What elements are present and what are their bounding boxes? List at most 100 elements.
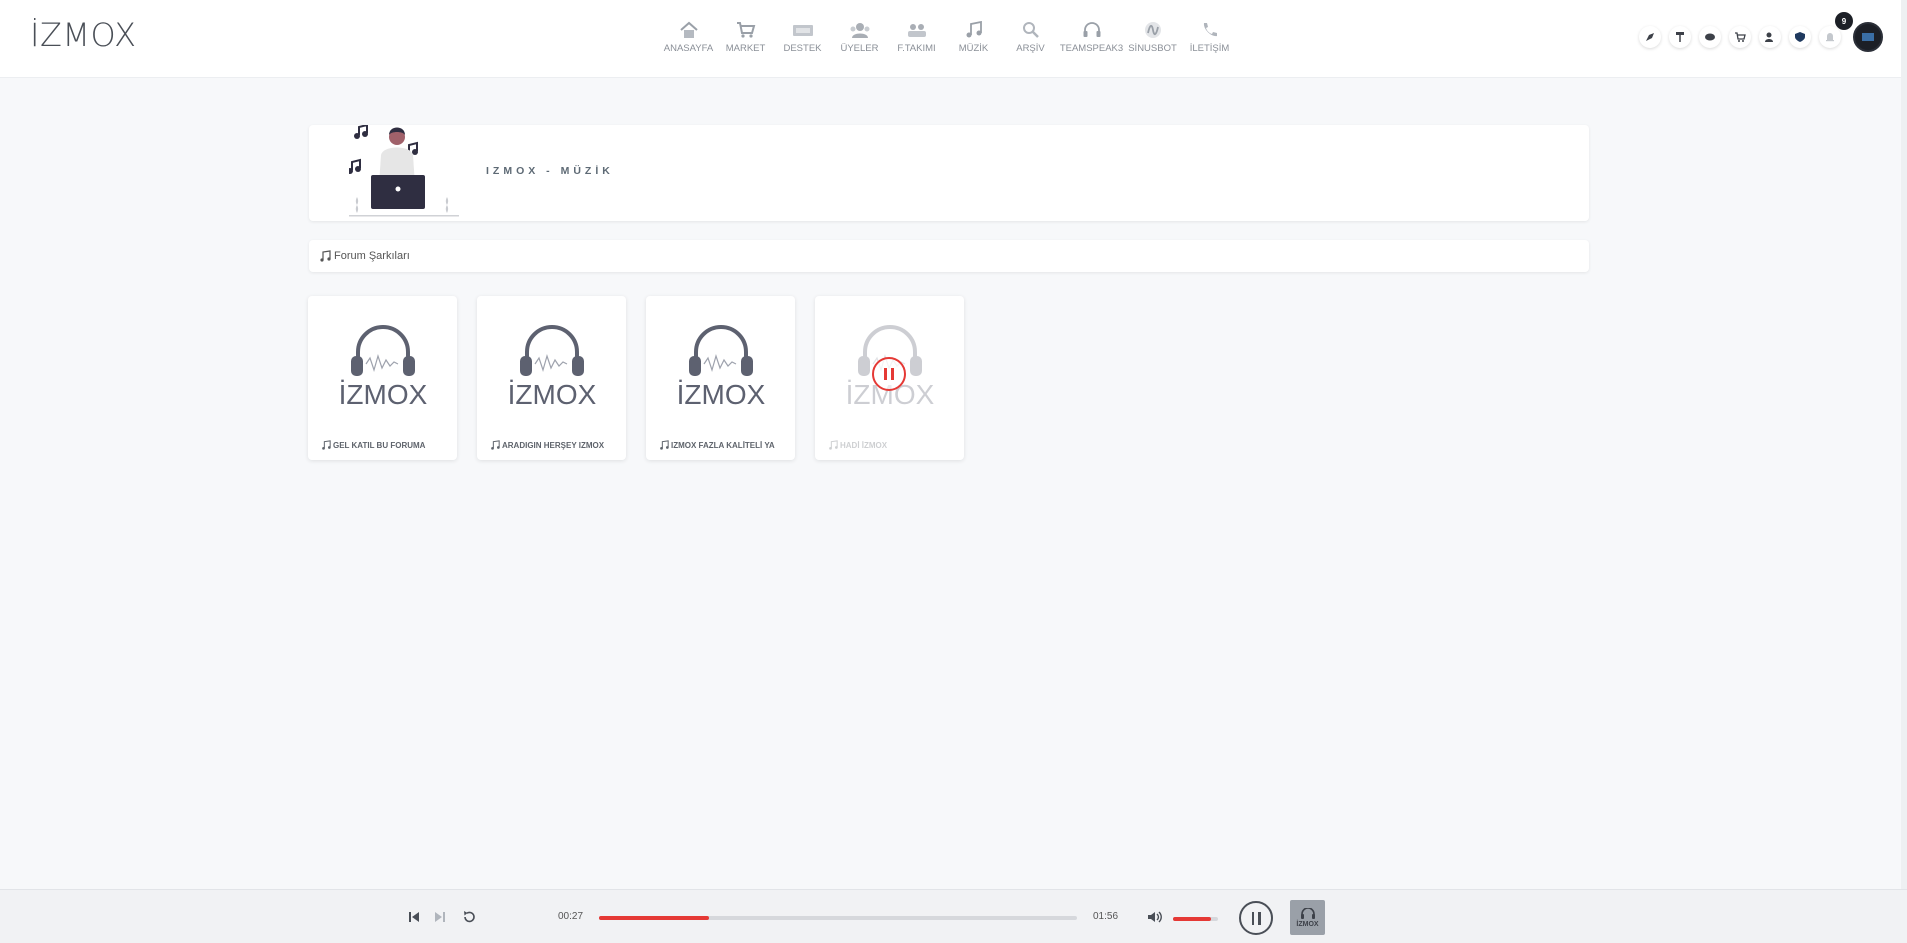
nav-item-teamspeak3[interactable]: TEAMSPEAK3 bbox=[1059, 20, 1124, 54]
shield-button[interactable] bbox=[1789, 26, 1811, 48]
music-icon bbox=[963, 20, 985, 40]
next-button[interactable] bbox=[431, 908, 449, 926]
song-title: GEL KATIL BU FORUMA bbox=[333, 440, 426, 450]
repeat-button[interactable] bbox=[460, 908, 478, 926]
banner-title: IZMOX - MÜZİK bbox=[486, 165, 614, 177]
repeat-icon bbox=[464, 911, 475, 923]
nav-label: DESTEK bbox=[783, 43, 822, 54]
paint-roller-icon bbox=[1676, 32, 1684, 42]
headphones-logo-art: İZMOX bbox=[677, 325, 766, 410]
phone-icon bbox=[1199, 20, 1221, 40]
site-logo[interactable]: İZMOX bbox=[30, 16, 137, 54]
progress-fill bbox=[599, 916, 709, 920]
thumbnail-label: İZMOX bbox=[1296, 920, 1319, 928]
song-card[interactable]: İZMOX IZMOX FAZLA KALİTELİ YA bbox=[646, 296, 795, 460]
song-card-playing[interactable]: İZMOX HADİ İZMOX bbox=[815, 296, 964, 460]
volume-icon bbox=[1148, 911, 1162, 923]
headphones-logo-art: İZMOX bbox=[339, 325, 428, 410]
chat-icon bbox=[1705, 33, 1715, 41]
song-caption: HADİ İZMOX bbox=[828, 440, 887, 450]
home-icon bbox=[678, 20, 700, 40]
song-caption: GEL KATIL BU FORUMA bbox=[321, 440, 425, 450]
audio-player: 00:27 01:56 İZMOX bbox=[0, 889, 1907, 943]
rocket-button[interactable] bbox=[1639, 26, 1661, 48]
bell-icon bbox=[1826, 33, 1834, 42]
nav-label: ANASAYFA bbox=[663, 43, 714, 54]
card-pause-button[interactable] bbox=[872, 357, 906, 391]
song-title: IZMOX FAZLA KALİTELİ YA bbox=[671, 440, 775, 450]
page-scrollbar[interactable] bbox=[1901, 0, 1907, 889]
nav-item-destek[interactable]: DESTEK bbox=[774, 20, 831, 54]
svg-text:İZMOX: İZMOX bbox=[677, 379, 766, 410]
nav-label: İLETİŞİM bbox=[1189, 43, 1230, 54]
profile-button[interactable] bbox=[1759, 26, 1781, 48]
music-icon bbox=[660, 440, 669, 450]
nav-label: MÜZİK bbox=[958, 43, 989, 54]
headset-icon bbox=[1081, 20, 1103, 40]
music-icon bbox=[829, 440, 838, 450]
paint-button[interactable] bbox=[1669, 26, 1691, 48]
notification-badge: 9 bbox=[1835, 12, 1853, 30]
music-banner: IZMOX - MÜZİK bbox=[309, 125, 1589, 221]
main-nav: ANASAYFA MARKET DESTEK ÜYELER F.TAKIMI M… bbox=[660, 20, 1238, 54]
nav-label: SİNUSBOT bbox=[1128, 43, 1177, 54]
music-icon bbox=[320, 250, 331, 262]
progress-bar[interactable] bbox=[599, 916, 1077, 920]
section-title: Forum Şarkıları bbox=[334, 250, 410, 262]
song-card[interactable]: İZMOX GEL KATIL BU FORUMA bbox=[308, 296, 457, 460]
song-caption: IZMOX FAZLA KALİTELİ YA bbox=[659, 440, 775, 450]
song-list: İZMOX GEL KATIL BU FORUMA İZMOX ARADIGIN… bbox=[308, 296, 964, 460]
music-icon bbox=[322, 440, 331, 450]
current-time: 00:27 bbox=[558, 911, 584, 922]
nav-label: F.TAKIMI bbox=[897, 43, 936, 54]
cart-button[interactable] bbox=[1729, 26, 1751, 48]
song-card[interactable]: İZMOX ARADIGIN HERŞEY IZMOX bbox=[477, 296, 626, 460]
quick-actions: 9 bbox=[1639, 12, 1883, 52]
nav-label: TEAMSPEAK3 bbox=[1059, 43, 1124, 54]
nav-item-muzik[interactable]: MÜZİK bbox=[945, 20, 1002, 54]
previous-button[interactable] bbox=[405, 908, 423, 926]
svg-text:İZMOX: İZMOX bbox=[339, 379, 428, 410]
music-listener-illustration bbox=[349, 125, 459, 217]
music-icon bbox=[491, 440, 500, 450]
nav-item-iletisim[interactable]: İLETİŞİM bbox=[1181, 20, 1238, 54]
headphones-icon bbox=[1300, 907, 1315, 919]
nav-item-sinusbot[interactable]: SİNUSBOT bbox=[1124, 20, 1181, 54]
duration: 01:56 bbox=[1093, 911, 1119, 922]
skip-back-icon bbox=[409, 912, 419, 922]
messages-button[interactable] bbox=[1699, 26, 1721, 48]
users-icon bbox=[849, 20, 871, 40]
user-icon bbox=[1765, 32, 1773, 42]
song-title: ARADIGIN HERŞEY IZMOX bbox=[502, 440, 605, 450]
rocket-icon bbox=[1646, 33, 1654, 41]
team-icon bbox=[906, 20, 928, 40]
now-playing-thumbnail[interactable]: İZMOX bbox=[1290, 900, 1325, 935]
pause-icon bbox=[1251, 911, 1254, 925]
ticket-icon bbox=[792, 20, 814, 40]
song-title: HADİ İZMOX bbox=[840, 440, 888, 450]
nav-item-ftakimi[interactable]: F.TAKIMI bbox=[888, 20, 945, 54]
cart-icon bbox=[1735, 32, 1746, 42]
volume-fill bbox=[1173, 917, 1212, 921]
headphones-logo-art: İZMOX bbox=[508, 325, 597, 410]
nav-item-market[interactable]: MARKET bbox=[717, 20, 774, 54]
notifications-button[interactable]: 9 bbox=[1819, 12, 1853, 48]
volume-slider[interactable] bbox=[1173, 917, 1218, 921]
sinusbot-icon bbox=[1142, 20, 1164, 40]
cart-icon bbox=[735, 20, 757, 40]
section-header: Forum Şarkıları bbox=[309, 240, 1589, 272]
song-caption: ARADIGIN HERŞEY IZMOX bbox=[490, 440, 604, 450]
nav-label: MARKET bbox=[725, 43, 766, 54]
nav-label: ARŞİV bbox=[1016, 43, 1045, 54]
shield-icon bbox=[1795, 32, 1805, 42]
pause-button[interactable] bbox=[1239, 901, 1273, 935]
nav-item-anasayfa[interactable]: ANASAYFA bbox=[660, 20, 717, 54]
nav-item-uyeler[interactable]: ÜYELER bbox=[831, 20, 888, 54]
skip-forward-icon bbox=[435, 912, 445, 922]
avatar[interactable] bbox=[1853, 22, 1883, 52]
top-bar: İZMOX ANASAYFA MARKET DESTEK ÜYELER F.TA… bbox=[0, 0, 1907, 78]
nav-item-arsiv[interactable]: ARŞİV bbox=[1002, 20, 1059, 54]
search-icon bbox=[1020, 20, 1042, 40]
volume-button[interactable] bbox=[1146, 908, 1164, 926]
svg-text:İZMOX: İZMOX bbox=[508, 379, 597, 410]
